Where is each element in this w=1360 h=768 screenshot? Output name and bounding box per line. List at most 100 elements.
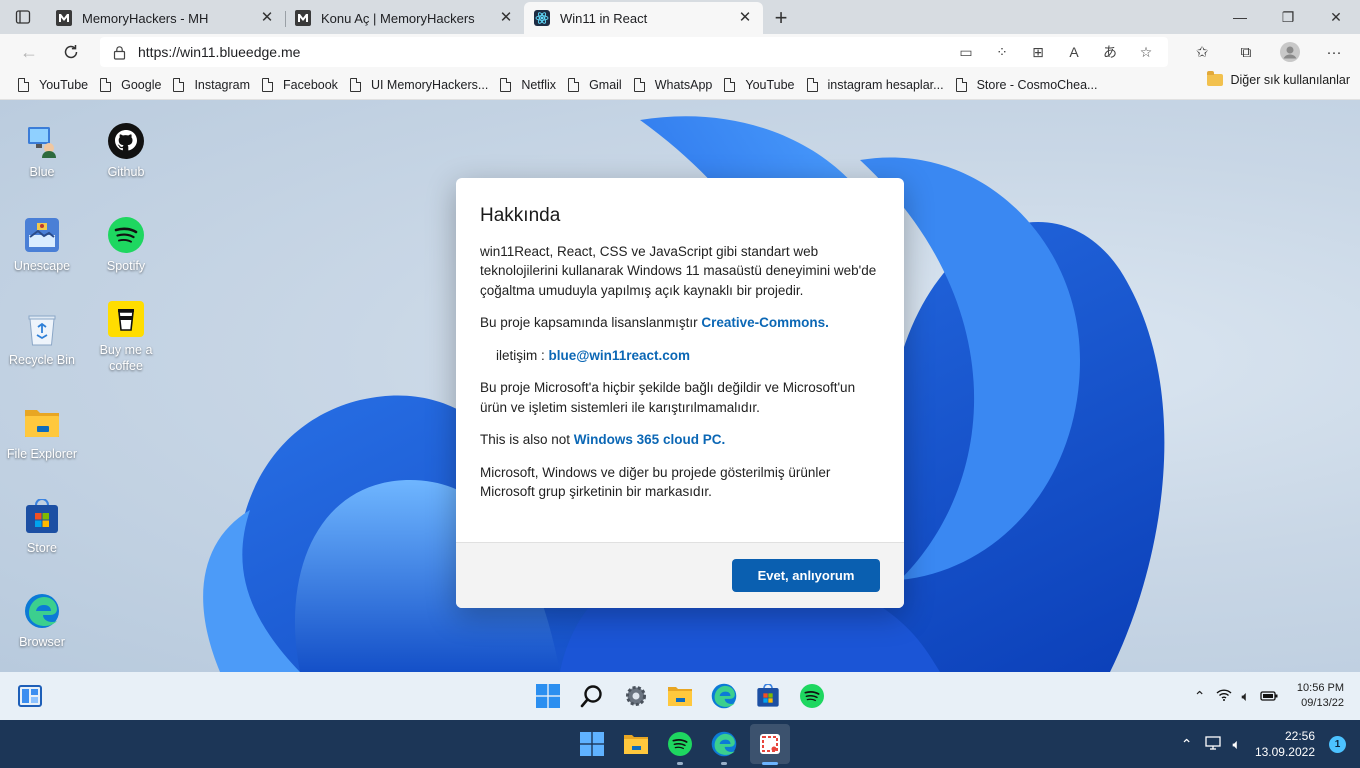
profile-avatar[interactable] [1268, 36, 1312, 68]
bookmark-item[interactable]: Netflix [496, 73, 564, 97]
tab-actions-button[interactable] [0, 0, 46, 34]
bookmark-item[interactable]: UI MemoryHackers... [346, 73, 496, 97]
favorites-icon[interactable]: ✩ [1180, 36, 1224, 68]
new-tab-button[interactable]: + [763, 2, 799, 34]
store-button[interactable] [754, 682, 782, 710]
chevron-up-icon[interactable]: ⌃ [1181, 736, 1193, 753]
license-line: Bu proje kapsamında lisanslanmıştır Crea… [480, 313, 880, 333]
bookmark-item[interactable]: Instagram [169, 73, 258, 97]
contact-email-link[interactable]: blue@win11react.com [549, 348, 690, 363]
bookmark-label: Store - CosmoChea... [976, 77, 1098, 92]
add-favorite-icon[interactable]: ☆ [1134, 40, 1158, 64]
dialog-description: win11React, React, CSS ve JavaScript gib… [480, 243, 877, 298]
file-explorer-button[interactable] [666, 682, 694, 710]
notification-badge[interactable]: 1 [1329, 735, 1346, 753]
desktop-icon-unescape[interactable]: Unescape [0, 216, 84, 274]
edge-icon [23, 592, 61, 630]
windows-365-link[interactable]: Windows 365 cloud PC. [574, 432, 725, 447]
page-icon [349, 77, 361, 92]
bookmark-item[interactable]: Store - CosmoChea... [952, 73, 1106, 97]
chevron-up-icon[interactable]: ⌃ [1194, 688, 1206, 705]
bookmark-label: YouTube [39, 77, 89, 92]
memoryhackers-favicon-icon [56, 10, 72, 26]
volume-icon[interactable]: 🔈︎ [1233, 736, 1241, 753]
close-window-button[interactable]: ✕ [1312, 0, 1360, 34]
desktop[interactable]: Blue Github Unescape Spotify Recycle Bin… [0, 100, 1360, 672]
wifi-icon[interactable] [1216, 688, 1232, 704]
close-tab-icon[interactable]: ✕ [498, 10, 514, 26]
host-file-explorer-button[interactable] [622, 730, 650, 758]
back-button[interactable]: ← [8, 36, 50, 68]
close-tab-icon[interactable]: ✕ [737, 10, 753, 26]
collections-icon[interactable]: ⧉ [1224, 36, 1268, 68]
desktop-icon-github[interactable]: Github [84, 122, 168, 180]
refresh-button[interactable] [50, 36, 92, 68]
desktop-icon-spotify[interactable]: Spotify [84, 216, 168, 274]
desktop-icon-label: Blue [29, 165, 55, 179]
url-text[interactable]: https://win11.blueedge.me [138, 44, 300, 60]
react-clock[interactable]: 10:56 PM 09/13/22 [1297, 681, 1344, 711]
github-icon [107, 122, 145, 160]
browser-tab[interactable]: MemoryHackers - MH ✕ [46, 2, 285, 34]
volume-icon[interactable]: 🔈︎ [1242, 688, 1250, 705]
apps-icon[interactable]: ⊞ [1026, 40, 1050, 64]
bookmark-item[interactable]: instagram hesaplar... [803, 73, 952, 97]
edge-button[interactable] [710, 682, 738, 710]
host-start-button[interactable] [578, 730, 606, 758]
desktop-icon-blue[interactable]: Blue [0, 122, 84, 180]
minimize-button[interactable]: — [1216, 0, 1264, 34]
tab-title: Konu Aç | MemoryHackers [321, 10, 475, 26]
close-tab-icon[interactable]: ✕ [259, 10, 275, 26]
desktop-icon-store[interactable]: Store [0, 498, 84, 556]
translate-icon[interactable]: あ [1098, 40, 1122, 64]
page-icon [100, 77, 112, 92]
active-indicator [762, 762, 778, 765]
edge-icon [711, 683, 737, 709]
widgets-button[interactable] [16, 682, 44, 710]
search-button[interactable] [578, 682, 606, 710]
host-snipping-tool-button[interactable] [756, 730, 784, 758]
app-available-icon[interactable]: ▭ [954, 40, 978, 64]
spotify-icon [107, 216, 145, 254]
dialog-title: Hakkında [480, 205, 561, 226]
settings-button[interactable] [622, 682, 650, 710]
extensions-grid-icon[interactable]: ⁘ [990, 40, 1014, 64]
bookmark-item[interactable]: YouTube [14, 73, 96, 97]
bookmark-item[interactable]: YouTube [720, 73, 802, 97]
coffee-icon [107, 300, 145, 338]
more-options-icon[interactable]: ··· [1312, 36, 1356, 68]
edge-icon [711, 731, 737, 757]
browser-tab[interactable]: Konu Aç | MemoryHackers ✕ [285, 2, 524, 34]
snipping-tool-icon [760, 734, 780, 754]
bookmark-item[interactable]: Gmail [564, 73, 630, 97]
desktop-icon-file-explorer[interactable]: File Explorer [0, 404, 84, 462]
bookmark-item[interactable]: WhatsApp [630, 73, 721, 97]
bookmark-item[interactable]: Google [96, 73, 169, 97]
read-aloud-icon[interactable]: A [1062, 40, 1086, 64]
acknowledge-button[interactable]: Evet, anlıyorum [732, 559, 880, 592]
display-icon[interactable] [1204, 735, 1221, 753]
host-edge-button[interactable] [710, 730, 738, 758]
other-favorites[interactable]: Diğer sık kullanılanlar [1206, 71, 1351, 87]
creative-commons-link[interactable]: Creative-Commons. [701, 315, 829, 330]
folder-icon [23, 404, 61, 442]
spotify-button[interactable] [798, 682, 826, 710]
desktop-icon-recycle-bin[interactable]: Recycle Bin [0, 310, 84, 368]
bookmark-label: instagram hesaplar... [827, 77, 944, 92]
disclaimer-text: Bu proje Microsoft'a hiçbir şekilde bağl… [480, 380, 856, 415]
browser-tab-active[interactable]: Win11 in React ✕ [524, 2, 763, 34]
address-bar[interactable]: https://win11.blueedge.me ▭ ⁘ ⊞ A あ ☆ [100, 37, 1168, 67]
cloud-pc-text: This is also not [480, 432, 574, 447]
lock-icon[interactable] [100, 45, 138, 60]
bookmark-item[interactable]: Facebook [258, 73, 346, 97]
host-spotify-button[interactable] [666, 730, 694, 758]
desktop-icon-browser[interactable]: Browser [0, 592, 84, 650]
memoryhackers-favicon-icon [295, 10, 311, 26]
battery-icon[interactable] [1260, 688, 1278, 704]
host-clock[interactable]: 22:56 13.09.2022 [1255, 728, 1315, 760]
other-favorites-label: Diğer sık kullanılanlar [1230, 73, 1351, 87]
restore-button[interactable]: ❐ [1264, 0, 1312, 34]
folder-icon [624, 735, 648, 754]
desktop-icon-buy-me-a-coffee[interactable]: Buy me a coffee [84, 300, 168, 374]
start-button[interactable] [534, 682, 562, 710]
